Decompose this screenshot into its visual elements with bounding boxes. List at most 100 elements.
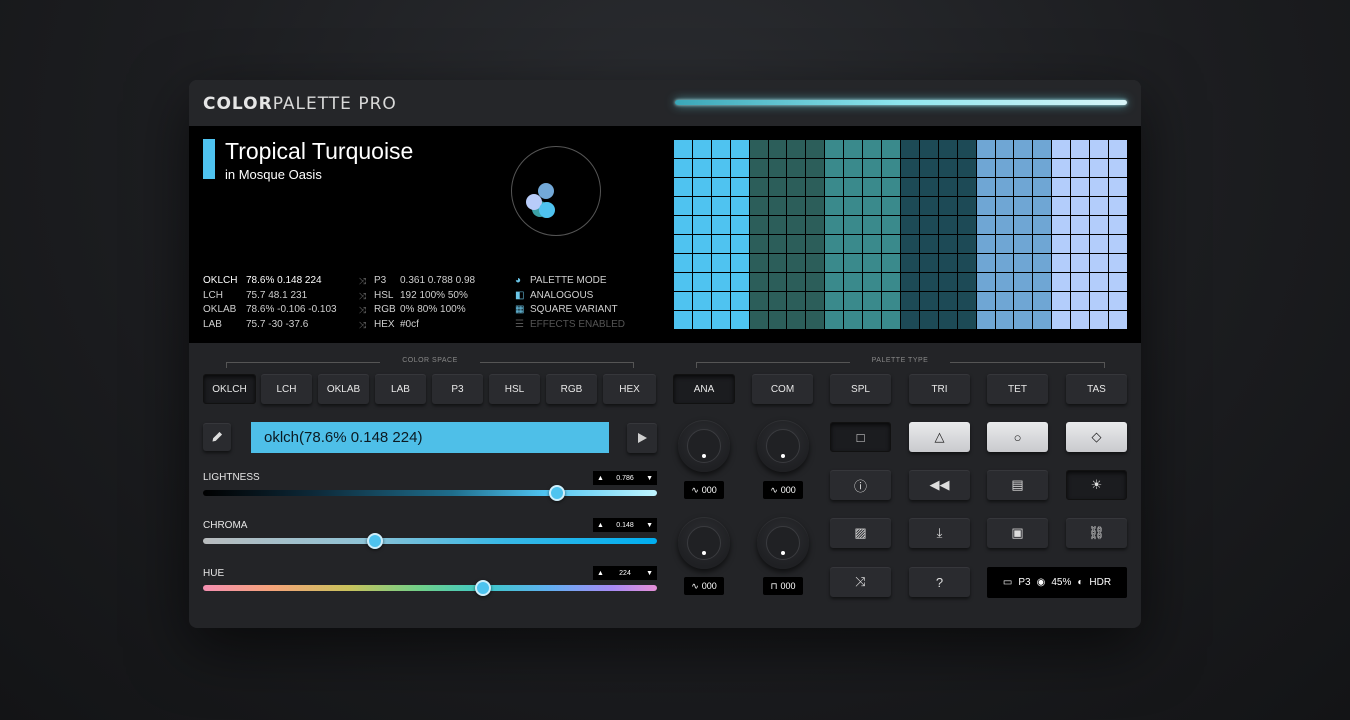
palette-cell[interactable] xyxy=(957,311,977,330)
palette-cell[interactable] xyxy=(730,140,750,159)
palette-cell[interactable] xyxy=(919,254,939,273)
palette-cell[interactable] xyxy=(787,216,807,235)
knob-1[interactable] xyxy=(678,420,730,472)
palette-cell[interactable] xyxy=(882,235,901,254)
palette-cell[interactable] xyxy=(863,216,883,235)
palette-cell[interactable] xyxy=(825,140,845,159)
decrement-icon[interactable]: ▼ xyxy=(646,570,653,577)
palette-cell[interactable] xyxy=(938,273,958,292)
palette-cell[interactable] xyxy=(711,254,731,273)
palette-cell[interactable] xyxy=(1071,254,1091,273)
increment-icon[interactable]: ▲ xyxy=(597,522,604,529)
palette-cell[interactable] xyxy=(882,311,901,330)
palette-cell[interactable] xyxy=(1109,159,1128,178)
palette-cell[interactable] xyxy=(711,159,731,178)
palette-cell[interactable] xyxy=(749,273,769,292)
palette-cell[interactable] xyxy=(863,311,883,330)
palette-cell[interactable] xyxy=(976,197,996,216)
palette-cell[interactable] xyxy=(1109,140,1128,159)
palette-cell[interactable] xyxy=(749,140,769,159)
palette-cell[interactable] xyxy=(1071,235,1091,254)
palette-cell[interactable] xyxy=(863,140,883,159)
diamond-shape-button[interactable]: ◇ xyxy=(1066,422,1127,452)
palette-cell[interactable] xyxy=(882,159,901,178)
palette-cell[interactable] xyxy=(1052,311,1072,330)
palette-cell[interactable] xyxy=(806,273,826,292)
lightness-thumb[interactable] xyxy=(549,485,565,501)
palette-cell[interactable] xyxy=(711,197,731,216)
palette-cell[interactable] xyxy=(976,140,996,159)
palette-cell[interactable] xyxy=(806,311,826,330)
palette-cell[interactable] xyxy=(976,178,996,197)
decrement-icon[interactable]: ▼ xyxy=(646,475,653,482)
palette-cell[interactable] xyxy=(995,178,1015,197)
rewind-button[interactable]: ◀◀ xyxy=(909,470,970,500)
palette-cell[interactable] xyxy=(957,292,977,311)
palette-cell[interactable] xyxy=(919,140,939,159)
palette-cell[interactable] xyxy=(882,140,901,159)
palette-cell[interactable] xyxy=(674,311,693,330)
palette-cell[interactable] xyxy=(692,140,712,159)
palette-cell[interactable] xyxy=(711,292,731,311)
palette-cell[interactable] xyxy=(825,235,845,254)
palette-cell[interactable] xyxy=(1090,235,1110,254)
shuffle-button[interactable]: ⤨ xyxy=(830,567,891,597)
palette-cell[interactable] xyxy=(863,235,883,254)
palette-cell[interactable] xyxy=(957,216,977,235)
palette-cell[interactable] xyxy=(749,254,769,273)
palette-cell[interactable] xyxy=(844,140,864,159)
palette-type-tas-button[interactable]: TAS xyxy=(1066,374,1127,404)
brightness-button[interactable]: ☀ xyxy=(1066,470,1127,500)
palette-cell[interactable] xyxy=(768,235,788,254)
palette-cell[interactable] xyxy=(919,178,939,197)
palette-cell[interactable] xyxy=(900,311,920,330)
palette-cell[interactable] xyxy=(1109,311,1128,330)
palette-type-spl-button[interactable]: SPL xyxy=(830,374,891,404)
palette-cell[interactable] xyxy=(806,159,826,178)
palette-cell[interactable] xyxy=(976,216,996,235)
palette-cell[interactable] xyxy=(730,197,750,216)
palette-cell[interactable] xyxy=(787,311,807,330)
palette-cell[interactable] xyxy=(995,159,1015,178)
palette-cell[interactable] xyxy=(919,216,939,235)
palette-cell[interactable] xyxy=(806,216,826,235)
palette-cell[interactable] xyxy=(995,235,1015,254)
palette-cell[interactable] xyxy=(768,216,788,235)
palette-cell[interactable] xyxy=(806,140,826,159)
info-button[interactable]: ⓘ xyxy=(830,470,891,500)
palette-cell[interactable] xyxy=(692,311,712,330)
palette-cell[interactable] xyxy=(825,197,845,216)
palette-cell[interactable] xyxy=(1071,273,1091,292)
palette-cell[interactable] xyxy=(768,159,788,178)
palette-cell[interactable] xyxy=(938,292,958,311)
eyedropper-button[interactable] xyxy=(203,423,231,451)
palette-cell[interactable] xyxy=(1014,311,1034,330)
color-space-hex-button[interactable]: HEX xyxy=(603,374,656,404)
palette-cell[interactable] xyxy=(1052,140,1072,159)
palette-cell[interactable] xyxy=(1052,159,1072,178)
palette-cell[interactable] xyxy=(1090,178,1110,197)
palette-cell[interactable] xyxy=(844,254,864,273)
palette-cell[interactable] xyxy=(1052,216,1072,235)
palette-cell[interactable] xyxy=(768,311,788,330)
palette-cell[interactable] xyxy=(938,159,958,178)
palette-cell[interactable] xyxy=(1052,235,1072,254)
square-shape-button[interactable]: □ xyxy=(830,422,891,452)
color-space-rgb-button[interactable]: RGB xyxy=(546,374,597,404)
palette-cell[interactable] xyxy=(806,292,826,311)
palette-cell[interactable] xyxy=(844,292,864,311)
palette-cell[interactable] xyxy=(730,254,750,273)
palette-cell[interactable] xyxy=(674,216,693,235)
palette-cell[interactable] xyxy=(844,273,864,292)
palette-cell[interactable] xyxy=(995,254,1015,273)
hue-thumb[interactable] xyxy=(475,580,491,596)
palette-cell[interactable] xyxy=(863,178,883,197)
palette-cell[interactable] xyxy=(976,273,996,292)
palette-cell[interactable] xyxy=(768,292,788,311)
palette-cell[interactable] xyxy=(976,292,996,311)
palette-cell[interactable] xyxy=(1071,178,1091,197)
color-space-oklab-button[interactable]: OKLAB xyxy=(318,374,369,404)
palette-cell[interactable] xyxy=(749,311,769,330)
palette-cell[interactable] xyxy=(787,273,807,292)
palette-cell[interactable] xyxy=(882,273,901,292)
